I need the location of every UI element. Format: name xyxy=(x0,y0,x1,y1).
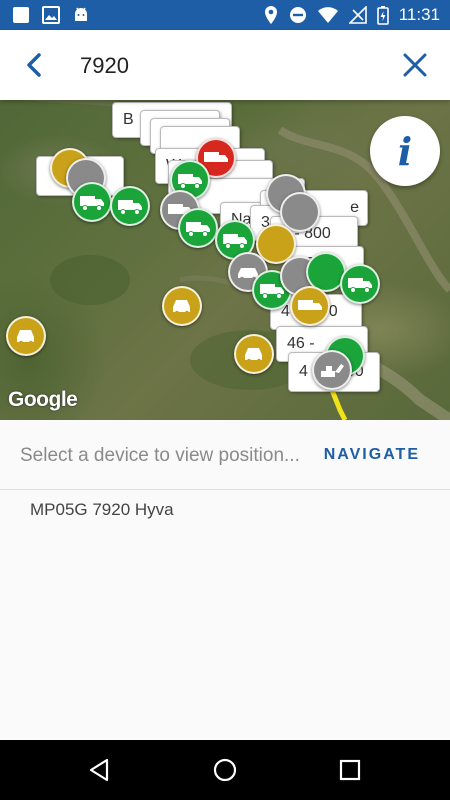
info-button[interactable]: i xyxy=(370,116,440,186)
signal-icon xyxy=(348,6,367,24)
device-list-item[interactable]: MP05G 7920 Hyva xyxy=(30,500,174,520)
status-time: 11:31 xyxy=(398,5,440,24)
truck-icon xyxy=(186,222,210,237)
vehicle-marker[interactable] xyxy=(312,350,352,390)
status-notifications xyxy=(12,6,90,24)
navigate-button[interactable]: NAVIGATE xyxy=(324,446,420,464)
jeep-icon xyxy=(245,348,262,364)
truck-icon xyxy=(118,200,142,215)
status-system: 11:31 xyxy=(263,5,440,25)
app-screen: 11:31 B W Na e 3 6 - 800 800 400 46 - 40… xyxy=(0,0,450,800)
truck-icon xyxy=(223,234,247,249)
recents-square-icon[interactable] xyxy=(335,755,365,785)
location-icon xyxy=(264,6,277,24)
vehicle-marker[interactable] xyxy=(178,208,218,248)
search-input[interactable]: 7920 xyxy=(80,53,129,79)
excavator-icon xyxy=(321,364,344,377)
vehicle-marker[interactable] xyxy=(290,286,330,326)
close-icon[interactable] xyxy=(400,50,430,80)
android-nav-bar xyxy=(0,740,450,800)
truck-icon xyxy=(204,152,228,162)
truck-icon xyxy=(348,278,372,293)
do-not-disturb-icon xyxy=(289,7,306,23)
google-attribution: Google xyxy=(8,388,78,411)
wifi-icon xyxy=(317,7,338,23)
truck-icon xyxy=(80,196,104,211)
battery-icon xyxy=(376,6,389,25)
vehicle-marker[interactable] xyxy=(72,182,112,222)
device-select-prompt: Select a device to view position... xyxy=(20,445,300,466)
vehicle-marker[interactable] xyxy=(340,264,380,304)
vehicle-marker[interactable] xyxy=(6,316,46,356)
jeep-icon xyxy=(17,330,34,346)
map-label-text: 46 - xyxy=(287,335,315,352)
search-bar: 7920 xyxy=(0,30,450,100)
back-arrow-icon[interactable] xyxy=(20,50,50,80)
status-bar: 11:31 xyxy=(0,0,450,30)
jeep-icon xyxy=(173,300,190,316)
device-select-row: Select a device to view position... NAVI… xyxy=(0,420,450,490)
device-panel: Select a device to view position... NAVI… xyxy=(0,420,450,740)
info-icon: i xyxy=(397,128,413,174)
image-icon xyxy=(42,6,60,24)
map-label-text: B xyxy=(123,111,134,128)
vehicle-marker[interactable] xyxy=(110,186,150,226)
map-label-text: 4 xyxy=(299,363,308,380)
map-label-text: e xyxy=(350,199,359,216)
truck-icon xyxy=(178,174,202,189)
back-triangle-icon[interactable] xyxy=(85,755,115,785)
vehicle-marker[interactable] xyxy=(162,286,202,326)
vehicle-marker[interactable] xyxy=(234,334,274,374)
truck-icon xyxy=(298,300,322,310)
android-icon xyxy=(75,7,87,21)
notification-square-icon xyxy=(13,7,29,23)
home-circle-icon[interactable] xyxy=(210,755,240,785)
